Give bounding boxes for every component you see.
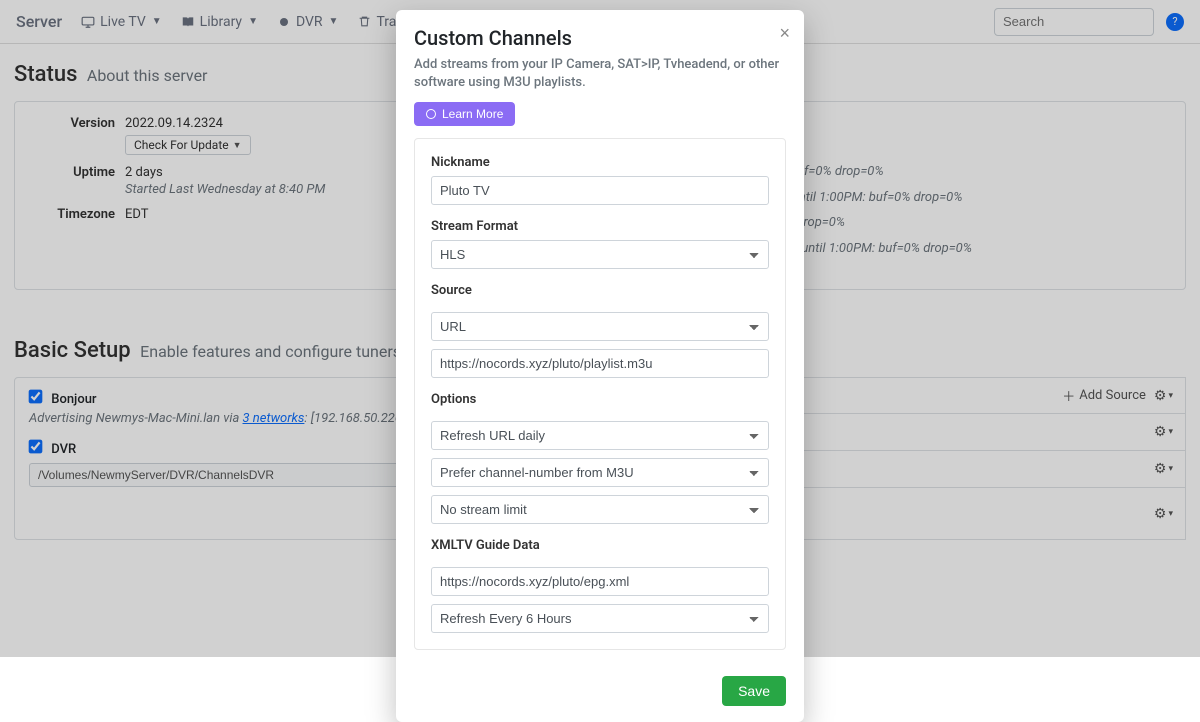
close-icon: × [779,23,790,43]
source-label: Source [431,283,769,298]
custom-channels-modal: Custom Channels × Add streams from your … [396,10,804,722]
modal-description: Add streams from your IP Camera, SAT>IP,… [414,56,786,92]
info-icon [426,109,436,119]
source-type-select[interactable]: URL [431,312,769,341]
source-url-input[interactable] [431,349,769,378]
close-button[interactable]: × [779,24,790,42]
xmltv-refresh-select[interactable]: Refresh Every 6 Hours [431,604,769,633]
xmltv-url-input[interactable] [431,567,769,596]
xmltv-label: XMLTV Guide Data [431,538,769,553]
nickname-label: Nickname [431,155,769,170]
options-label: Options [431,392,769,407]
stream-format-label: Stream Format [431,219,769,234]
refresh-url-select[interactable]: Refresh URL daily [431,421,769,450]
learn-more-button[interactable]: Learn More [414,102,515,126]
modal-title: Custom Channels [414,26,786,50]
prefer-channel-select[interactable]: Prefer channel-number from M3U [431,458,769,487]
stream-format-select[interactable]: HLS [431,240,769,269]
stream-limit-select[interactable]: No stream limit [431,495,769,524]
save-button[interactable]: Save [722,676,786,706]
nickname-input[interactable] [431,176,769,205]
